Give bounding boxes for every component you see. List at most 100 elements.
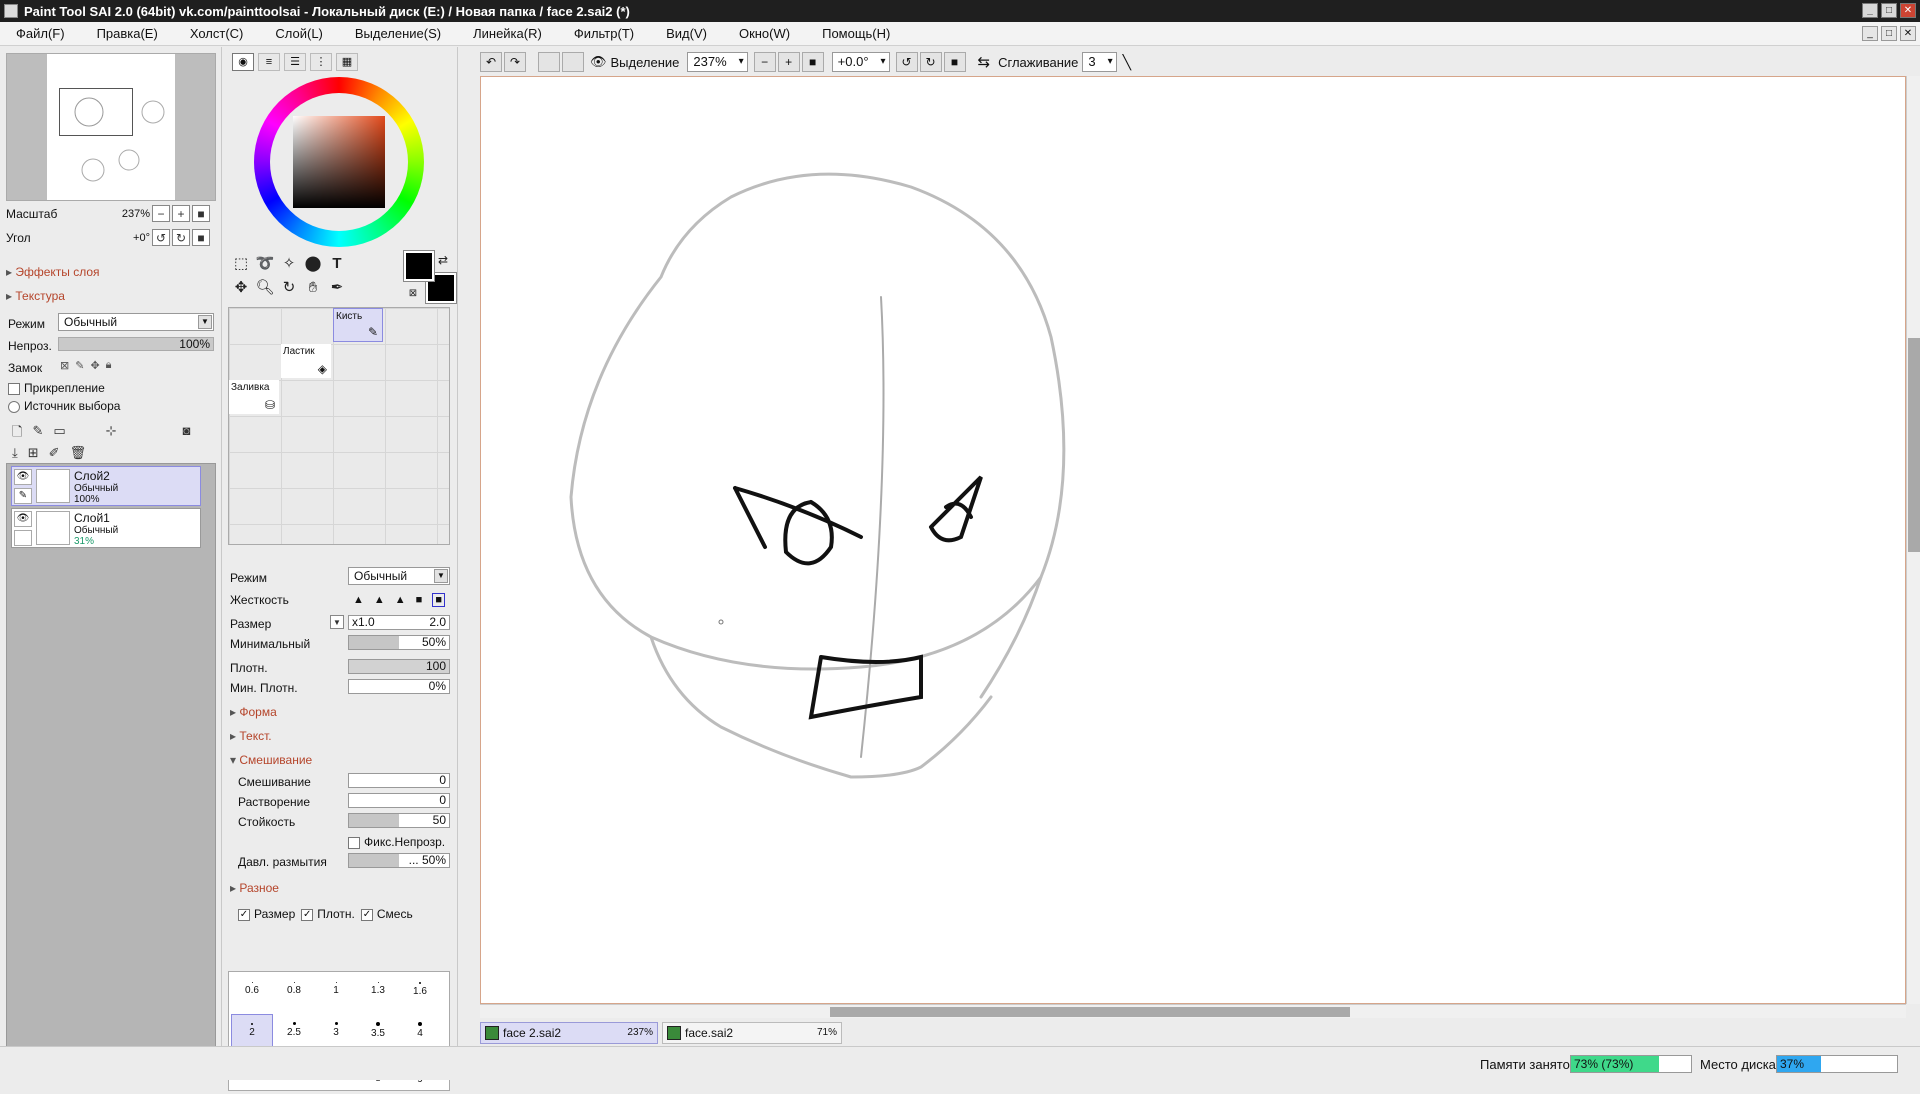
close-button[interactable]: ✕ bbox=[1900, 3, 1916, 18]
brush-tool-cell[interactable]: Кисть ✎ bbox=[333, 308, 383, 342]
layer-opacity-slider[interactable]: 100% bbox=[58, 337, 214, 351]
brush-mode-select[interactable]: Обычный ▼ bbox=[348, 567, 450, 585]
transparent-color-icon[interactable]: ⊠ bbox=[402, 283, 424, 305]
min-size-slider[interactable]: 50% bbox=[348, 635, 450, 650]
brush-size-cell[interactable]: 1.3 bbox=[357, 974, 399, 1014]
hardness-5-icon[interactable]: ■ bbox=[432, 593, 445, 607]
minimize-button[interactable]: _ bbox=[1862, 3, 1878, 18]
rotate-right-button[interactable]: ↻ bbox=[172, 229, 190, 246]
texture-brush-section[interactable]: Текст. bbox=[230, 729, 271, 743]
color-slider-tab-icon[interactable]: ≡ bbox=[258, 53, 280, 71]
hardness-1-icon[interactable]: ▲ bbox=[353, 594, 364, 606]
canvas-rotate-left-icon[interactable]: ↺ bbox=[895, 52, 918, 72]
density-slider[interactable]: 100 bbox=[348, 659, 450, 674]
text-tool-icon[interactable]: T bbox=[326, 253, 348, 275]
canvas-rotate-right-icon[interactable]: ↻ bbox=[919, 52, 942, 72]
menu-filter[interactable]: Фильтр(T) bbox=[558, 22, 650, 46]
pen-pressure-icon[interactable]: ╲ bbox=[1123, 54, 1131, 71]
brush-size-cell[interactable]: 1 bbox=[315, 974, 357, 1014]
texture-section[interactable]: Текстура bbox=[6, 289, 65, 303]
misc-section[interactable]: Разное bbox=[230, 881, 279, 895]
invert-selection-icon[interactable] bbox=[562, 52, 584, 72]
scratchpad-tab-icon[interactable]: ▦ bbox=[336, 53, 358, 71]
menu-edit[interactable]: Правка(E) bbox=[81, 22, 174, 46]
hardness-4-icon[interactable]: ■ bbox=[416, 594, 423, 606]
canvas-zoom-reset-icon[interactable]: ■ bbox=[801, 52, 824, 72]
brush-size-cell[interactable]: 1.6 bbox=[399, 974, 441, 1014]
blur-pressure-slider[interactable]: ... 50% bbox=[348, 853, 450, 868]
selection-source-option[interactable]: Источник выбора bbox=[8, 399, 120, 413]
move-icon[interactable]: ✥ bbox=[230, 277, 252, 299]
layer-effects-section[interactable]: Эффекты слоя bbox=[6, 265, 99, 279]
eraser-tool-cell[interactable]: Ластик ◈ bbox=[281, 344, 331, 378]
doc-minimize-button[interactable]: _ bbox=[1862, 26, 1878, 41]
size-field[interactable]: x1.0 2.0 bbox=[348, 615, 450, 630]
menu-view[interactable]: Вид(V) bbox=[650, 22, 723, 46]
rotate-reset-button[interactable]: ■ bbox=[192, 229, 210, 246]
zoom-reset-button[interactable]: ■ bbox=[192, 205, 210, 222]
min-density-slider[interactable]: 0% bbox=[348, 679, 450, 694]
eye-icon[interactable]: 👁︎ bbox=[14, 511, 32, 527]
clip-option[interactable]: Прикрепление bbox=[8, 381, 105, 395]
layer-transform-icon[interactable]: ⊹ bbox=[106, 423, 117, 445]
maximize-button[interactable]: □ bbox=[1881, 3, 1897, 18]
rotate-left-button[interactable]: ↺ bbox=[152, 229, 170, 246]
menu-window[interactable]: Окно(W) bbox=[723, 22, 806, 46]
rotate-tool-icon[interactable]: ↻ bbox=[278, 277, 300, 299]
deselect-icon[interactable] bbox=[538, 52, 560, 72]
density-pressure-check[interactable]: ✓ Плотн. bbox=[301, 907, 355, 921]
shape-section[interactable]: Форма bbox=[230, 705, 276, 719]
menu-ruler[interactable]: Линейка(R) bbox=[457, 22, 558, 46]
fill-tool-cell[interactable]: Заливка ⛁ bbox=[229, 380, 279, 414]
zoom-out-button[interactable]: − bbox=[152, 205, 170, 222]
swap-colors-icon[interactable]: ⇄ bbox=[432, 249, 454, 271]
menu-file[interactable]: Файл(F) bbox=[0, 22, 81, 46]
persistence-slider[interactable]: 50 bbox=[348, 813, 450, 828]
lock-move-icon[interactable]: ✥ bbox=[90, 359, 99, 372]
zoom-tool-icon[interactable]: 🔍︎ bbox=[254, 277, 276, 299]
canvas-horizontal-scrollbar[interactable] bbox=[480, 1004, 1906, 1018]
clear-layer-icon[interactable]: ✐ bbox=[49, 445, 60, 461]
color-palette-tab-icon[interactable]: ☰ bbox=[284, 53, 306, 71]
new-vector-layer-icon[interactable]: ✎ bbox=[32, 423, 43, 445]
foreground-color-swatch[interactable] bbox=[403, 250, 435, 282]
layer-mode-select[interactable]: Обычный ▼ bbox=[58, 313, 214, 331]
zoom-select[interactable]: 237% bbox=[687, 52, 748, 72]
dilution-slider[interactable]: 0 bbox=[348, 793, 450, 808]
menu-layer[interactable]: Слой(L) bbox=[259, 22, 339, 46]
add-layer-icon[interactable]: ⊞ bbox=[28, 445, 39, 461]
brush-size-cell[interactable]: 0.8 bbox=[273, 974, 315, 1014]
hardness-2-icon[interactable]: ▲ bbox=[374, 594, 385, 606]
document-tab-face[interactable]: face.sai2 71% bbox=[662, 1022, 842, 1044]
new-folder-icon[interactable]: ▭ bbox=[53, 423, 65, 445]
size-pressure-check[interactable]: ✓ Размер bbox=[238, 907, 295, 921]
canvas-vertical-scrollbar[interactable] bbox=[1906, 76, 1920, 1004]
layer-mask-icon[interactable]: ◙ bbox=[183, 423, 191, 445]
merge-down-icon[interactable]: ⤓ bbox=[12, 445, 18, 461]
drawing-canvas[interactable] bbox=[480, 76, 1906, 1004]
redo-icon[interactable]: ↷ bbox=[504, 52, 526, 72]
hardness-3-icon[interactable]: ▲ bbox=[395, 594, 406, 606]
lasso-icon[interactable]: ➰ bbox=[254, 253, 276, 275]
size-dropdown-icon[interactable]: ▼ bbox=[330, 615, 344, 629]
fix-opacity-option[interactable]: Фикс.Непрозр. bbox=[348, 835, 445, 849]
mixing-section[interactable]: Смешивание bbox=[230, 753, 312, 767]
layer-item[interactable]: 👁︎ ✎ Слой2 Обычный 100% bbox=[11, 466, 201, 506]
mixing-slider[interactable]: 0 bbox=[348, 773, 450, 788]
canvas-zoom-out-icon[interactable]: − bbox=[753, 52, 776, 72]
new-layer-icon[interactable]: 🗋︎ bbox=[12, 423, 22, 445]
flip-icon[interactable]: ⇆ bbox=[978, 53, 991, 71]
rect-select-icon[interactable]: ⬚ bbox=[230, 253, 252, 275]
color-wheel-tab-icon[interactable]: ◉ bbox=[232, 53, 254, 71]
eye-icon[interactable]: 👁︎ bbox=[14, 469, 32, 485]
magic-wand-icon[interactable]: ✧ bbox=[278, 253, 300, 275]
brush-size-cell[interactable]: 0.6 bbox=[231, 974, 273, 1014]
color-wheel[interactable] bbox=[254, 77, 424, 247]
document-tab-face2[interactable]: face 2.sai2 237% bbox=[480, 1022, 658, 1044]
swatches-tab-icon[interactable]: ⋮ bbox=[310, 53, 332, 71]
navigator-preview[interactable] bbox=[6, 53, 216, 201]
lock-all-icon[interactable]: 🔒︎ bbox=[106, 359, 112, 372]
doc-restore-button[interactable]: □ bbox=[1881, 26, 1897, 41]
angle-select[interactable]: +0.0° bbox=[831, 52, 890, 72]
canvas-zoom-in-icon[interactable]: + bbox=[777, 52, 800, 72]
